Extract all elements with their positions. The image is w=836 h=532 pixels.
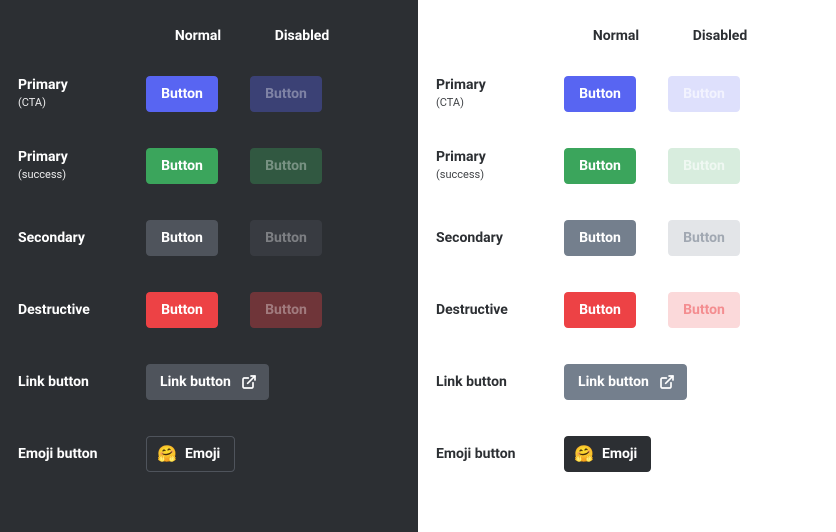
label-text: Primary xyxy=(18,77,68,93)
success-button-disabled: Button xyxy=(250,148,322,184)
success-button-disabled: Button xyxy=(668,148,740,184)
col-header-normal: Normal xyxy=(146,28,250,44)
link-button[interactable]: Link button xyxy=(146,364,269,400)
row-secondary: Secondary Button Button xyxy=(436,202,818,274)
emoji-button[interactable]: 🤗 Emoji xyxy=(564,436,651,472)
row-label-secondary: Secondary xyxy=(18,230,146,247)
success-button[interactable]: Button xyxy=(564,148,636,184)
row-primary: Primary (CTA) Button Button xyxy=(18,58,400,130)
primary-button-disabled: Button xyxy=(250,76,322,112)
row-emoji: Emoji button 🤗 Emoji xyxy=(436,418,818,490)
destructive-button-disabled: Button xyxy=(668,292,740,328)
destructive-button-disabled: Button xyxy=(250,292,322,328)
external-link-icon xyxy=(659,374,675,390)
link-button-text: Link button xyxy=(160,374,231,390)
row-label-primary: Primary (CTA) xyxy=(18,77,146,111)
row-success: Primary (success) Button Button xyxy=(18,130,400,202)
link-button-text: Link button xyxy=(578,374,649,390)
success-button[interactable]: Button xyxy=(146,148,218,184)
label-text: Primary xyxy=(436,149,486,165)
hugging-face-emoji: 🤗 xyxy=(157,444,177,464)
row-primary: Primary (CTA) Button Button xyxy=(436,58,818,130)
column-headers: Normal Disabled xyxy=(18,28,400,44)
row-success: Primary (success) Button Button xyxy=(436,130,818,202)
label-sub: (success) xyxy=(436,168,484,181)
secondary-button-disabled: Button xyxy=(250,220,322,256)
row-link: Link button Link button xyxy=(18,346,400,418)
row-label-success: Primary (success) xyxy=(436,149,564,183)
secondary-button[interactable]: Button xyxy=(146,220,218,256)
row-label-destructive: Destructive xyxy=(18,302,146,319)
destructive-button[interactable]: Button xyxy=(564,292,636,328)
primary-button-disabled: Button xyxy=(668,76,740,112)
row-label-emoji: Emoji button xyxy=(436,446,564,463)
row-label-link: Link button xyxy=(18,374,146,391)
link-button[interactable]: Link button xyxy=(564,364,687,400)
row-label-success: Primary (success) xyxy=(18,149,146,183)
row-emoji: Emoji button 🤗 Emoji xyxy=(18,418,400,490)
secondary-button[interactable]: Button xyxy=(564,220,636,256)
label-sub: (CTA) xyxy=(18,96,46,109)
row-destructive: Destructive Button Button xyxy=(18,274,400,346)
hugging-face-emoji: 🤗 xyxy=(574,444,594,464)
row-label-primary: Primary (CTA) xyxy=(436,77,564,111)
emoji-button-text: Emoji xyxy=(185,446,220,462)
label-sub: (CTA) xyxy=(436,96,464,109)
emoji-button[interactable]: 🤗 Emoji xyxy=(146,436,235,472)
row-destructive: Destructive Button Button xyxy=(436,274,818,346)
light-theme-panel: Normal Disabled Primary (CTA) Button But… xyxy=(418,0,836,532)
label-text: Primary xyxy=(436,77,486,93)
column-headers: Normal Disabled xyxy=(436,28,818,44)
row-secondary: Secondary Button Button xyxy=(18,202,400,274)
emoji-button-text: Emoji xyxy=(602,446,637,462)
col-header-disabled: Disabled xyxy=(668,28,772,44)
external-link-icon xyxy=(241,374,257,390)
row-label-link: Link button xyxy=(436,374,564,391)
secondary-button-disabled: Button xyxy=(668,220,740,256)
row-link: Link button Link button xyxy=(436,346,818,418)
col-header-disabled: Disabled xyxy=(250,28,354,44)
col-header-normal: Normal xyxy=(564,28,668,44)
row-label-emoji: Emoji button xyxy=(18,446,146,463)
dark-theme-panel: Normal Disabled Primary (CTA) Button But… xyxy=(0,0,418,532)
label-sub: (success) xyxy=(18,168,66,181)
label-text: Primary xyxy=(18,149,68,165)
row-label-secondary: Secondary xyxy=(436,230,564,247)
primary-button[interactable]: Button xyxy=(564,76,636,112)
destructive-button[interactable]: Button xyxy=(146,292,218,328)
row-label-destructive: Destructive xyxy=(436,302,564,319)
primary-button[interactable]: Button xyxy=(146,76,218,112)
